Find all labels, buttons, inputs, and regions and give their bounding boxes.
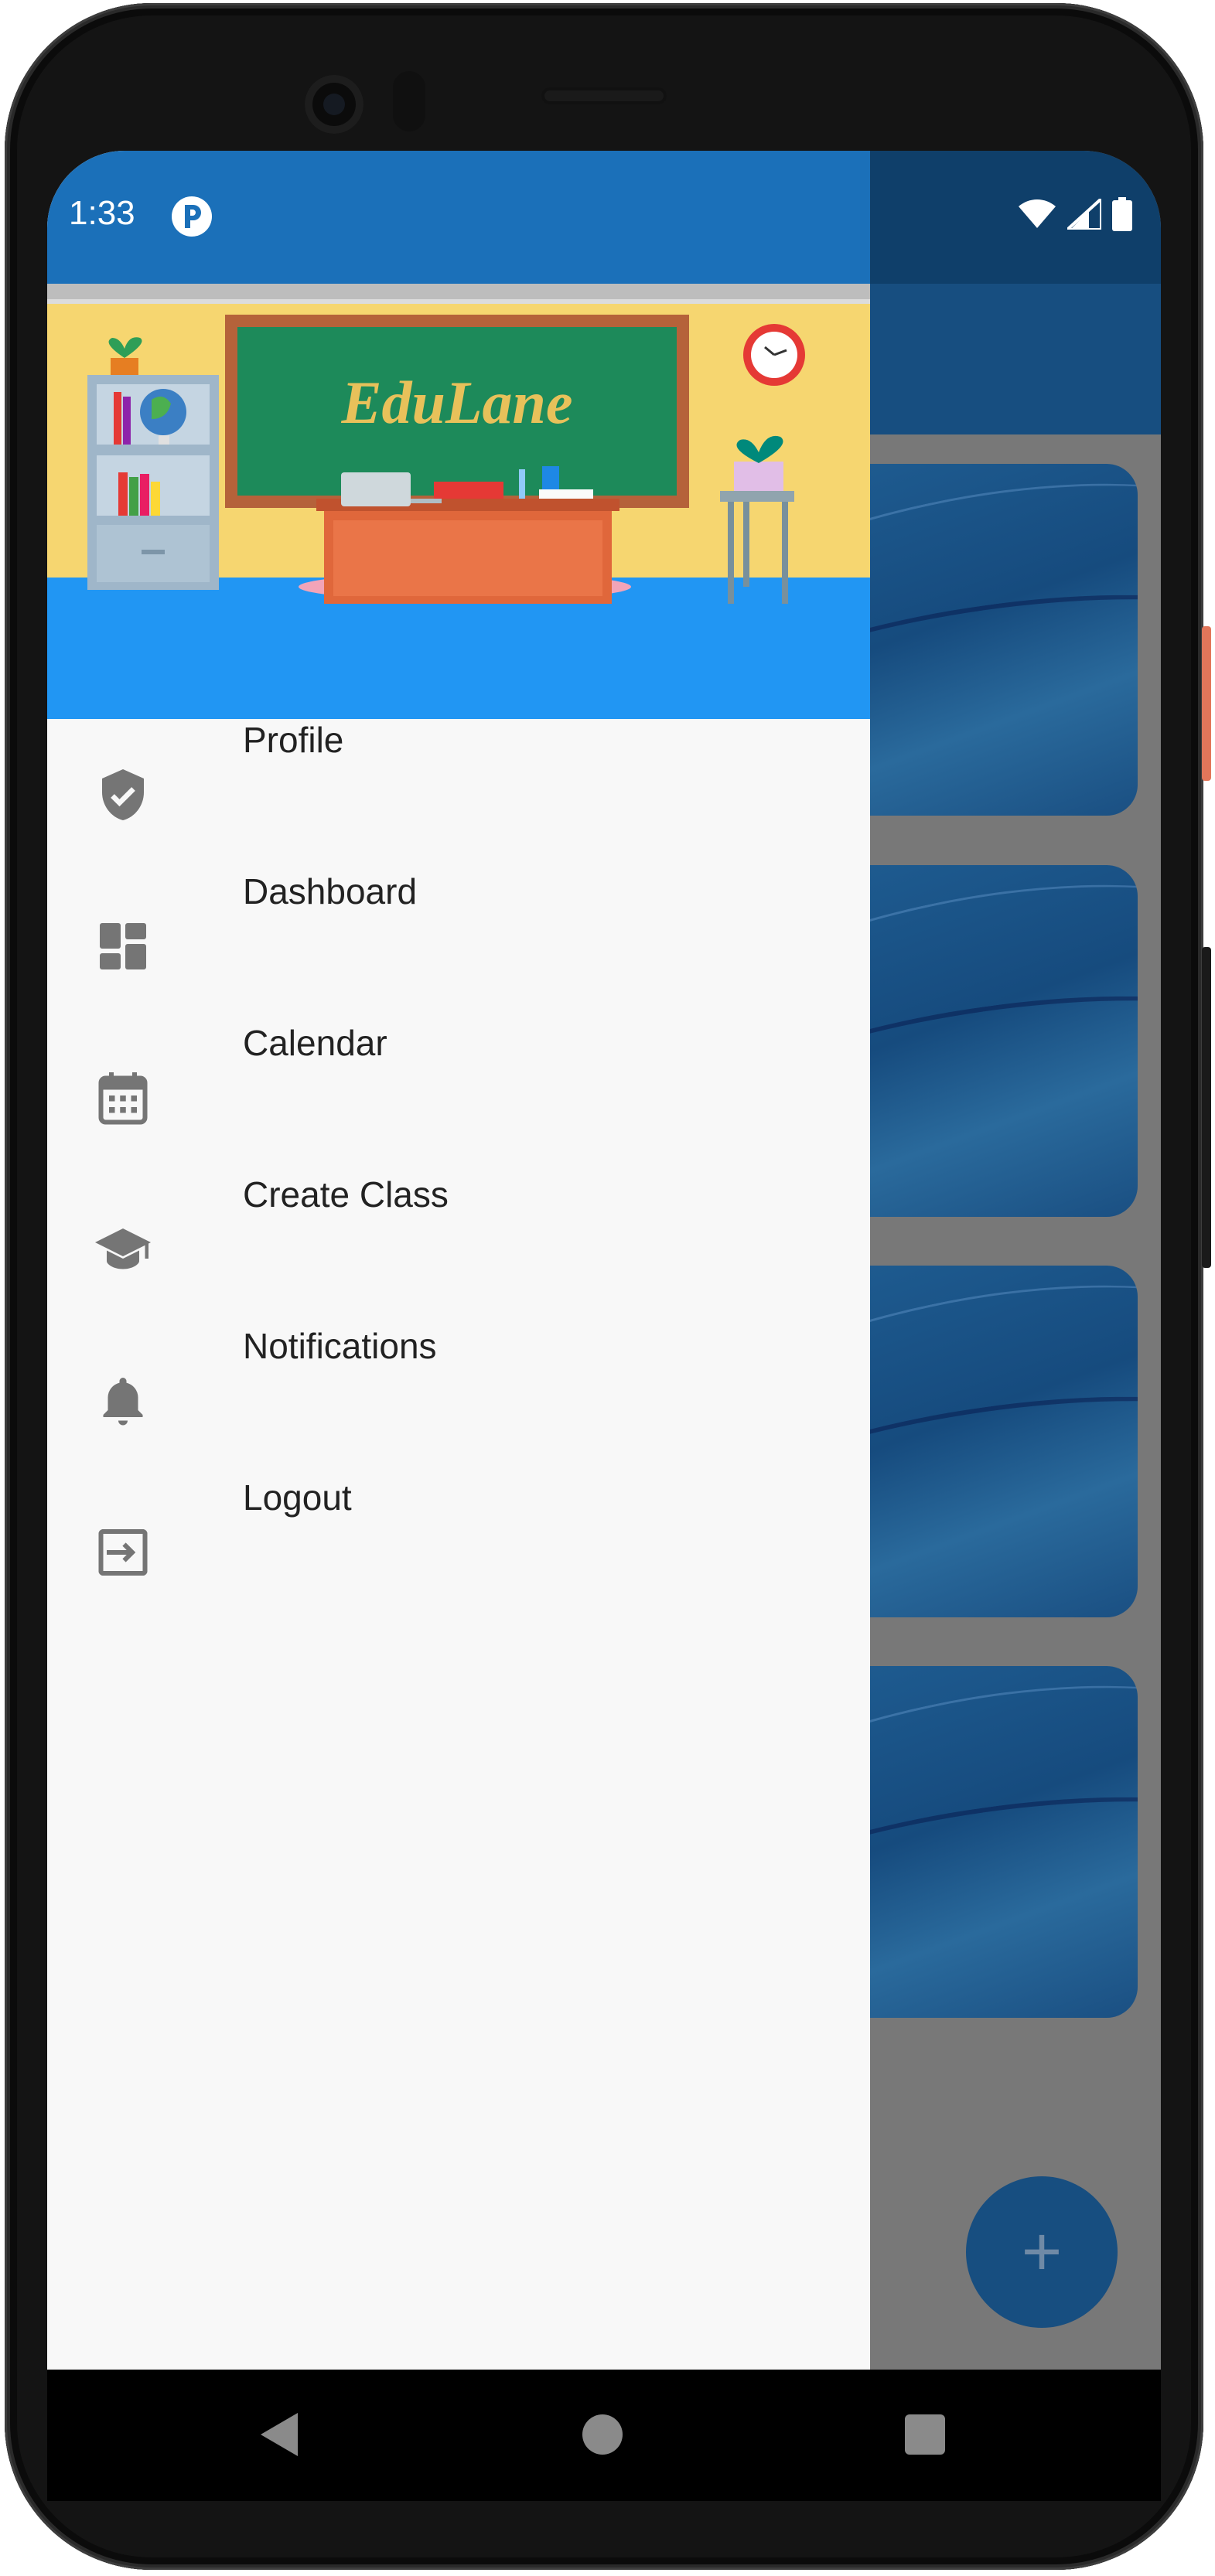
volume-button (1202, 947, 1211, 1268)
header-brand-text: EduLane (340, 369, 572, 436)
home-icon[interactable] (582, 2414, 623, 2455)
menu-item-dashboard[interactable]: Dashboard (47, 871, 870, 1022)
signal-icon (1067, 199, 1101, 230)
wifi-icon (1019, 199, 1056, 228)
shield-check-icon (102, 769, 144, 820)
status-icons (1018, 197, 1132, 231)
battery-icon (1112, 197, 1132, 231)
add-class-fab[interactable]: + (966, 2176, 1118, 2328)
dashboard-icon (100, 923, 146, 969)
menu-item-create-class[interactable]: Create Class (47, 1174, 870, 1325)
system-navigation-bar (47, 2370, 1161, 2501)
calendar-icon (98, 1072, 148, 1125)
menu-item-logout[interactable]: Logout (47, 1477, 870, 1628)
graduation-cap-icon (95, 1228, 151, 1269)
bell-icon (103, 1378, 143, 1426)
menu-item-notifications[interactable]: Notifications (47, 1325, 870, 1477)
plus-icon: + (1021, 2213, 1063, 2291)
menu-label-create-class: Create Class (243, 1174, 449, 1215)
screen: s + 1:33 (47, 151, 1161, 2370)
menu-label-logout: Logout (243, 1477, 352, 1518)
earpiece-speaker (541, 87, 667, 104)
proximity-sensor (393, 71, 425, 131)
drawer-menu: Profile Dashboard Calendar Create Class … (47, 719, 870, 1628)
menu-item-profile[interactable]: Profile (47, 719, 870, 871)
status-time: 1:33 (69, 194, 135, 232)
front-camera (305, 75, 363, 134)
notification-app-icon (172, 196, 212, 237)
recent-apps-icon[interactable] (905, 2414, 945, 2455)
menu-label-notifications: Notifications (243, 1326, 437, 1366)
classroom-illustration: EduLane (47, 284, 870, 624)
menu-item-calendar[interactable]: Calendar (47, 1022, 870, 1174)
exit-icon (98, 1529, 148, 1576)
menu-label-dashboard: Dashboard (243, 871, 418, 911)
menu-label-profile: Profile (243, 720, 344, 760)
status-bar: 1:33 (47, 151, 870, 284)
menu-label-calendar: Calendar (243, 1023, 387, 1063)
back-icon[interactable] (258, 2410, 301, 2459)
navigation-drawer: 1:33 EduLane Profile Dashboard Calendar … (47, 151, 870, 2370)
drawer-header: EduLane (47, 284, 870, 719)
power-button (1202, 626, 1211, 781)
